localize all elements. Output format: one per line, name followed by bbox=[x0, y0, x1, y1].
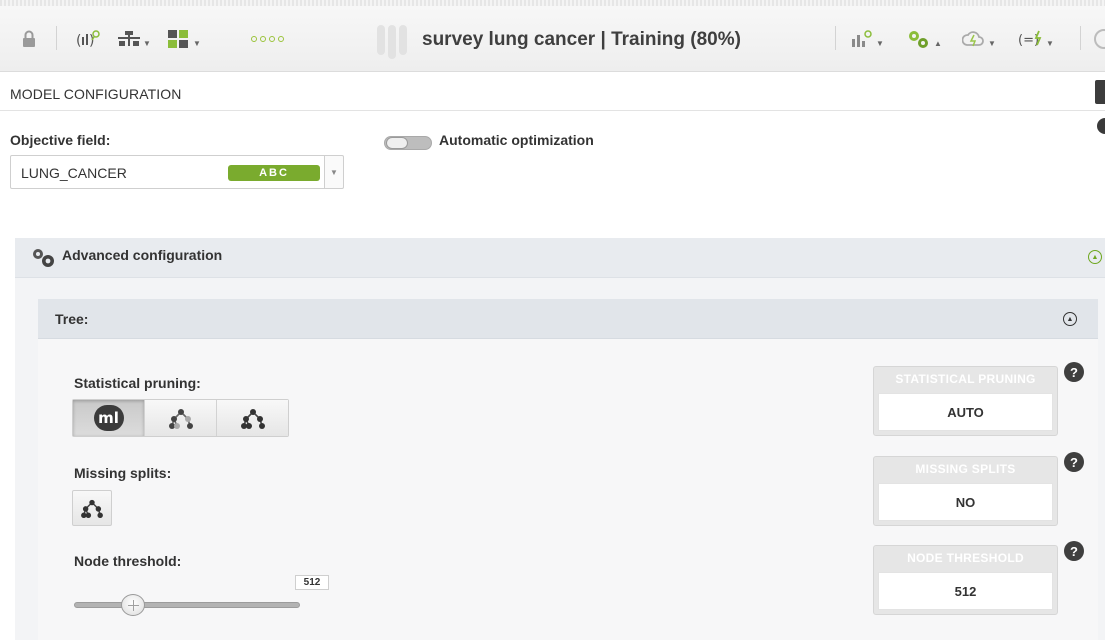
tree-nodes-icon bbox=[81, 499, 103, 518]
automatic-optimization-label: Automatic optimization bbox=[439, 132, 594, 148]
chevron-down-icon[interactable]: ▼ bbox=[324, 155, 344, 189]
missing-splits-label: Missing splits: bbox=[74, 465, 172, 481]
dataset-bars-icon bbox=[377, 25, 407, 59]
automatic-optimization-toggle[interactable] bbox=[384, 136, 432, 150]
chevron-down-icon: ▼ bbox=[1046, 38, 1054, 48]
advanced-configuration-title: Advanced configuration bbox=[62, 247, 223, 263]
toolbar-texture bbox=[0, 0, 1105, 6]
chevron-down-icon: ▼ bbox=[193, 38, 201, 48]
help-icon[interactable]: ? bbox=[1064, 452, 1084, 472]
section-divider bbox=[0, 110, 1105, 111]
help-icon[interactable]: ? bbox=[1064, 362, 1084, 382]
tree-panel-title: Tree: bbox=[55, 311, 89, 327]
window-title: survey lung cancer | Training (80%) bbox=[422, 29, 741, 50]
pruning-auto-option[interactable]: ml bbox=[73, 400, 145, 436]
help-circle-icon[interactable] bbox=[1092, 26, 1105, 52]
help-icon[interactable]: ? bbox=[1064, 541, 1084, 561]
objective-field-select[interactable]: LUNG_CANCER ABC ▼ bbox=[10, 155, 344, 189]
toolbar-separator bbox=[835, 26, 836, 50]
toolbar-separator bbox=[1080, 26, 1081, 50]
summary-caption: MISSING SPLITS bbox=[915, 462, 1016, 476]
node-threshold-slider-track[interactable] bbox=[74, 602, 300, 608]
summary-value: NO bbox=[878, 483, 1053, 521]
node-threshold-slider-handle[interactable] bbox=[121, 594, 145, 616]
section-title: MODEL CONFIGURATION bbox=[10, 86, 182, 102]
tree-nodes-icon bbox=[168, 409, 193, 429]
predict-dropdown-icon[interactable]: (=) ▼ bbox=[1018, 26, 1054, 52]
node-threshold-slider-value: 512 bbox=[295, 575, 329, 590]
statistical-pruning-summary-card: STATISTICAL PRUNING AUTO bbox=[873, 366, 1058, 436]
toggle-knob bbox=[386, 137, 408, 149]
objective-field-label: Objective field: bbox=[10, 132, 111, 148]
node-threshold-summary-card: NODE THRESHOLD 512 bbox=[873, 545, 1058, 615]
summary-caption: NODE THRESHOLD bbox=[907, 551, 1024, 565]
collapse-tree-icon[interactable]: ▲ bbox=[1063, 312, 1077, 326]
fields-dropdown-icon[interactable]: ▼ bbox=[167, 26, 201, 52]
chevron-up-icon: ▲ bbox=[934, 38, 942, 48]
cloud-action-dropdown-icon[interactable]: ▼ bbox=[962, 26, 996, 52]
gears-icon bbox=[31, 247, 57, 274]
tree-panel-header[interactable] bbox=[38, 299, 1098, 339]
rules-icon[interactable]: () bbox=[76, 26, 102, 52]
collapse-advanced-icon[interactable]: ▲ bbox=[1088, 250, 1102, 264]
svg-text:(: ( bbox=[76, 33, 81, 49]
summary-value: 512 bbox=[878, 572, 1053, 610]
model-chart-dropdown-icon[interactable]: ▼ bbox=[850, 26, 884, 52]
summary-caption: STATISTICAL PRUNING bbox=[895, 372, 1036, 386]
toolbar-separator bbox=[56, 26, 57, 50]
help-icon[interactable] bbox=[1097, 118, 1105, 134]
objective-field-value: LUNG_CANCER bbox=[21, 165, 127, 181]
configure-gears-icon[interactable]: ▲ bbox=[906, 26, 942, 52]
progress-dots-icon bbox=[251, 26, 284, 52]
bigml-logo-icon: ml bbox=[93, 405, 124, 431]
tree-nodes-icon bbox=[240, 409, 265, 429]
pruning-smart-option[interactable] bbox=[145, 400, 217, 436]
chevron-down-icon: ▼ bbox=[143, 38, 151, 48]
chevron-down-icon: ▼ bbox=[876, 38, 884, 48]
lock-icon[interactable] bbox=[22, 26, 36, 52]
missing-splits-toggle-button[interactable] bbox=[72, 490, 112, 526]
top-toolbar: () ▼ ▼ survey lung cancer | Training (80… bbox=[0, 0, 1105, 72]
missing-splits-summary-card: MISSING SPLITS NO bbox=[873, 456, 1058, 526]
field-type-badge: ABC bbox=[228, 165, 320, 181]
side-tab[interactable] bbox=[1095, 80, 1105, 104]
node-threshold-label: Node threshold: bbox=[74, 553, 182, 569]
summary-value: AUTO bbox=[878, 393, 1053, 431]
svg-text:(=): (=) bbox=[1018, 33, 1039, 48]
statistical-pruning-selector: ml bbox=[72, 399, 289, 437]
pruning-full-option[interactable] bbox=[217, 400, 288, 436]
tree-dropdown-icon[interactable]: ▼ bbox=[117, 26, 151, 52]
chevron-down-icon: ▼ bbox=[988, 38, 996, 48]
statistical-pruning-label: Statistical pruning: bbox=[74, 375, 201, 391]
